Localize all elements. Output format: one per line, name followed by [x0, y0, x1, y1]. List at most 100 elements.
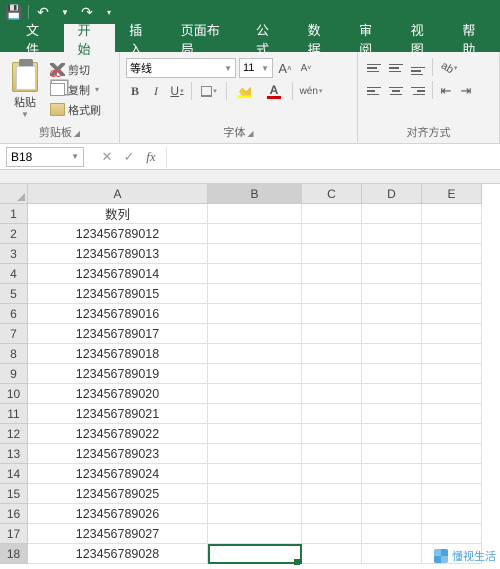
cell[interactable]: [302, 524, 362, 544]
fill-color-button[interactable]: [232, 81, 258, 101]
cell[interactable]: [208, 224, 302, 244]
align-right-button[interactable]: [408, 81, 428, 101]
paste-dropdown-icon[interactable]: ▼: [21, 110, 29, 119]
cell[interactable]: [302, 384, 362, 404]
column-header-e[interactable]: E: [422, 184, 482, 204]
cell[interactable]: [362, 384, 422, 404]
cell[interactable]: 123456789024: [28, 464, 208, 484]
cell[interactable]: [422, 444, 482, 464]
row-header[interactable]: 9: [0, 364, 28, 384]
cell[interactable]: [208, 284, 302, 304]
cell[interactable]: [362, 224, 422, 244]
align-center-button[interactable]: [386, 81, 406, 101]
cell[interactable]: [362, 484, 422, 504]
cell[interactable]: [302, 244, 362, 264]
cell[interactable]: [422, 524, 482, 544]
cell[interactable]: 数列: [28, 204, 208, 224]
cell[interactable]: [302, 424, 362, 444]
cell[interactable]: [208, 324, 302, 344]
cell[interactable]: [422, 284, 482, 304]
tab-home[interactable]: 开始: [64, 24, 116, 52]
customize-dropdown-icon[interactable]: ▾: [101, 4, 117, 20]
cell[interactable]: 123456789013: [28, 244, 208, 264]
cell[interactable]: [302, 444, 362, 464]
paste-button[interactable]: 粘贴 ▼: [6, 56, 44, 123]
row-header[interactable]: 15: [0, 484, 28, 504]
cell[interactable]: [362, 404, 422, 424]
copy-button[interactable]: 复制▾: [48, 81, 103, 99]
cell[interactable]: [208, 264, 302, 284]
row-header[interactable]: 14: [0, 464, 28, 484]
tab-insert[interactable]: 插入: [115, 24, 167, 52]
cell[interactable]: [422, 304, 482, 324]
format-painter-button[interactable]: 格式刷: [48, 101, 103, 119]
cell[interactable]: [302, 264, 362, 284]
dialog-launcher-icon[interactable]: ◢: [74, 129, 80, 138]
cell[interactable]: 123456789015: [28, 284, 208, 304]
align-top-button[interactable]: [364, 58, 384, 78]
cell[interactable]: [422, 204, 482, 224]
font-size-combo[interactable]: 11▼: [239, 58, 273, 78]
cell[interactable]: [302, 484, 362, 504]
orientation-button[interactable]: ab▾: [437, 58, 461, 78]
row-header[interactable]: 6: [0, 304, 28, 324]
cell[interactable]: 123456789023: [28, 444, 208, 464]
enter-formula-button[interactable]: ✓: [118, 147, 140, 167]
tab-formulas[interactable]: 公式: [242, 24, 294, 52]
row-header[interactable]: 13: [0, 444, 28, 464]
cell[interactable]: [362, 324, 422, 344]
cell[interactable]: [362, 344, 422, 364]
row-header[interactable]: 7: [0, 324, 28, 344]
cell[interactable]: [208, 524, 302, 544]
cell[interactable]: [208, 384, 302, 404]
row-header[interactable]: 10: [0, 384, 28, 404]
cell[interactable]: [302, 504, 362, 524]
cell[interactable]: [302, 544, 362, 564]
undo-icon[interactable]: ↶: [35, 4, 51, 20]
redo-icon[interactable]: ↷: [79, 4, 95, 20]
row-header[interactable]: 18: [0, 544, 28, 564]
dialog-launcher-icon[interactable]: ◢: [247, 129, 253, 138]
increase-font-button[interactable]: A˄: [276, 58, 294, 78]
row-header[interactable]: 11: [0, 404, 28, 424]
cell[interactable]: 123456789019: [28, 364, 208, 384]
cell[interactable]: [422, 244, 482, 264]
cell[interactable]: [362, 244, 422, 264]
cell[interactable]: [208, 544, 302, 564]
font-color-button[interactable]: A: [261, 81, 287, 101]
cell[interactable]: [362, 464, 422, 484]
cell[interactable]: [302, 204, 362, 224]
cell[interactable]: [422, 464, 482, 484]
column-header-a[interactable]: A: [28, 184, 208, 204]
decrease-font-button[interactable]: A˅: [297, 58, 315, 78]
column-header-c[interactable]: C: [302, 184, 362, 204]
cell[interactable]: [362, 264, 422, 284]
bold-button[interactable]: B: [126, 81, 144, 101]
cell[interactable]: [208, 304, 302, 324]
undo-dropdown-icon[interactable]: ▼: [57, 4, 73, 20]
cell[interactable]: [422, 344, 482, 364]
phonetic-button[interactable]: wén▾: [298, 81, 324, 101]
cell[interactable]: [422, 224, 482, 244]
column-header-d[interactable]: D: [362, 184, 422, 204]
cell[interactable]: [422, 404, 482, 424]
cell[interactable]: [302, 404, 362, 424]
cell[interactable]: [422, 424, 482, 444]
italic-button[interactable]: I: [147, 81, 165, 101]
cell[interactable]: [362, 544, 422, 564]
tab-view[interactable]: 视图: [397, 24, 449, 52]
row-header[interactable]: 17: [0, 524, 28, 544]
cell[interactable]: [302, 324, 362, 344]
borders-button[interactable]: ▾: [197, 81, 221, 101]
cell[interactable]: [362, 444, 422, 464]
cell[interactable]: [302, 344, 362, 364]
insert-function-button[interactable]: fx: [140, 147, 162, 167]
row-header[interactable]: 2: [0, 224, 28, 244]
cell[interactable]: [362, 504, 422, 524]
cell[interactable]: [362, 364, 422, 384]
tab-help[interactable]: 帮助: [448, 24, 500, 52]
save-icon[interactable]: 💾: [6, 4, 22, 20]
cell[interactable]: [302, 224, 362, 244]
cell[interactable]: [208, 344, 302, 364]
cell[interactable]: [362, 284, 422, 304]
